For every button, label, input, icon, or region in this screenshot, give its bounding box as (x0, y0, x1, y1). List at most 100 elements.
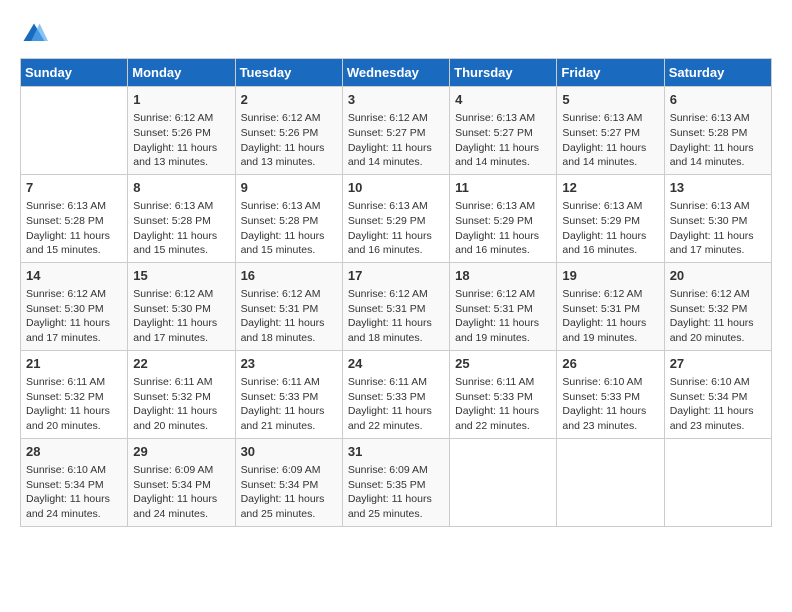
day-info-line: Sunset: 5:28 PM (26, 214, 122, 229)
calendar-cell: 5Sunrise: 6:13 AMSunset: 5:27 PMDaylight… (557, 87, 664, 175)
calendar-cell: 2Sunrise: 6:12 AMSunset: 5:26 PMDaylight… (235, 87, 342, 175)
day-info-line: Daylight: 11 hours (26, 492, 122, 507)
day-info-line: Sunrise: 6:10 AM (670, 375, 766, 390)
day-info-line: Sunrise: 6:13 AM (562, 199, 658, 214)
day-number: 23 (241, 355, 337, 373)
logo (20, 20, 52, 48)
day-info-line: Sunrise: 6:11 AM (133, 375, 229, 390)
calendar-cell: 13Sunrise: 6:13 AMSunset: 5:30 PMDayligh… (664, 174, 771, 262)
day-number: 2 (241, 91, 337, 109)
day-info-line: Daylight: 11 hours (133, 229, 229, 244)
day-number: 17 (348, 267, 444, 285)
day-info-line: and 14 minutes. (562, 155, 658, 170)
calendar-cell: 8Sunrise: 6:13 AMSunset: 5:28 PMDaylight… (128, 174, 235, 262)
day-info-line: Sunset: 5:31 PM (241, 302, 337, 317)
day-info-line: Daylight: 11 hours (455, 316, 551, 331)
day-info-line: Daylight: 11 hours (133, 141, 229, 156)
day-number: 31 (348, 443, 444, 461)
calendar-cell: 21Sunrise: 6:11 AMSunset: 5:32 PMDayligh… (21, 350, 128, 438)
day-info-line: Sunset: 5:27 PM (562, 126, 658, 141)
day-info-line: and 18 minutes. (241, 331, 337, 346)
day-info-line: Sunset: 5:32 PM (133, 390, 229, 405)
day-info-line: and 20 minutes. (133, 419, 229, 434)
day-number: 1 (133, 91, 229, 109)
calendar-cell: 18Sunrise: 6:12 AMSunset: 5:31 PMDayligh… (450, 262, 557, 350)
day-info-line: Sunset: 5:33 PM (348, 390, 444, 405)
day-info-line: Sunrise: 6:12 AM (26, 287, 122, 302)
day-info-line: and 22 minutes. (348, 419, 444, 434)
day-info-line: Daylight: 11 hours (562, 229, 658, 244)
day-info-line: Daylight: 11 hours (133, 404, 229, 419)
day-info-line: and 21 minutes. (241, 419, 337, 434)
day-info-line: Sunrise: 6:12 AM (133, 287, 229, 302)
day-number: 5 (562, 91, 658, 109)
day-number: 20 (670, 267, 766, 285)
day-number: 13 (670, 179, 766, 197)
day-info-line: Sunrise: 6:13 AM (348, 199, 444, 214)
day-info-line: Sunrise: 6:11 AM (26, 375, 122, 390)
day-info-line: and 18 minutes. (348, 331, 444, 346)
day-info-line: Daylight: 11 hours (455, 229, 551, 244)
day-info-line: Daylight: 11 hours (670, 141, 766, 156)
day-info-line: Daylight: 11 hours (241, 229, 337, 244)
day-info-line: and 25 minutes. (348, 507, 444, 522)
calendar-cell: 16Sunrise: 6:12 AMSunset: 5:31 PMDayligh… (235, 262, 342, 350)
calendar-cell: 11Sunrise: 6:13 AMSunset: 5:29 PMDayligh… (450, 174, 557, 262)
day-info-line: Sunrise: 6:12 AM (241, 111, 337, 126)
day-info-line: Sunrise: 6:13 AM (670, 199, 766, 214)
calendar-cell: 3Sunrise: 6:12 AMSunset: 5:27 PMDaylight… (342, 87, 449, 175)
calendar-week-row: 14Sunrise: 6:12 AMSunset: 5:30 PMDayligh… (21, 262, 772, 350)
calendar-cell (664, 438, 771, 526)
day-info-line: Daylight: 11 hours (348, 316, 444, 331)
day-info-line: and 16 minutes. (455, 243, 551, 258)
day-info-line: Sunrise: 6:13 AM (133, 199, 229, 214)
day-info-line: Sunset: 5:34 PM (26, 478, 122, 493)
day-info-line: Daylight: 11 hours (26, 404, 122, 419)
day-info-line: and 15 minutes. (241, 243, 337, 258)
calendar-cell: 23Sunrise: 6:11 AMSunset: 5:33 PMDayligh… (235, 350, 342, 438)
day-of-week-header: Wednesday (342, 59, 449, 87)
day-info-line: Sunrise: 6:12 AM (562, 287, 658, 302)
day-info-line: and 16 minutes. (562, 243, 658, 258)
day-of-week-header: Friday (557, 59, 664, 87)
day-number: 9 (241, 179, 337, 197)
day-info-line: and 19 minutes. (455, 331, 551, 346)
day-info-line: Daylight: 11 hours (348, 229, 444, 244)
day-info-line: and 19 minutes. (562, 331, 658, 346)
day-info-line: Daylight: 11 hours (562, 404, 658, 419)
day-info-line: Daylight: 11 hours (133, 316, 229, 331)
calendar-cell: 15Sunrise: 6:12 AMSunset: 5:30 PMDayligh… (128, 262, 235, 350)
day-info-line: Daylight: 11 hours (348, 404, 444, 419)
day-of-week-header: Monday (128, 59, 235, 87)
day-number: 8 (133, 179, 229, 197)
calendar-cell: 10Sunrise: 6:13 AMSunset: 5:29 PMDayligh… (342, 174, 449, 262)
day-number: 19 (562, 267, 658, 285)
day-number: 21 (26, 355, 122, 373)
calendar-cell: 29Sunrise: 6:09 AMSunset: 5:34 PMDayligh… (128, 438, 235, 526)
day-number: 30 (241, 443, 337, 461)
day-of-week-header: Saturday (664, 59, 771, 87)
calendar-cell: 24Sunrise: 6:11 AMSunset: 5:33 PMDayligh… (342, 350, 449, 438)
day-of-week-header: Thursday (450, 59, 557, 87)
day-info-line: Sunrise: 6:12 AM (241, 287, 337, 302)
day-info-line: Sunset: 5:34 PM (133, 478, 229, 493)
day-info-line: and 14 minutes. (670, 155, 766, 170)
day-number: 12 (562, 179, 658, 197)
logo-icon (20, 20, 48, 48)
day-info-line: Sunset: 5:33 PM (455, 390, 551, 405)
day-info-line: Sunset: 5:30 PM (26, 302, 122, 317)
day-number: 22 (133, 355, 229, 373)
day-info-line: Sunrise: 6:12 AM (348, 287, 444, 302)
day-number: 4 (455, 91, 551, 109)
day-info-line: and 22 minutes. (455, 419, 551, 434)
day-info-line: Sunset: 5:29 PM (562, 214, 658, 229)
day-info-line: Daylight: 11 hours (670, 229, 766, 244)
day-number: 18 (455, 267, 551, 285)
day-info-line: Daylight: 11 hours (562, 316, 658, 331)
day-info-line: and 13 minutes. (133, 155, 229, 170)
calendar-cell: 22 Sunrise: 6:11 AMSunset: 5:32 PMDayligh… (128, 350, 235, 438)
day-number: 24 (348, 355, 444, 373)
day-info-line: Sunset: 5:34 PM (670, 390, 766, 405)
day-info-line: Daylight: 11 hours (133, 492, 229, 507)
day-info-line: Sunset: 5:31 PM (455, 302, 551, 317)
